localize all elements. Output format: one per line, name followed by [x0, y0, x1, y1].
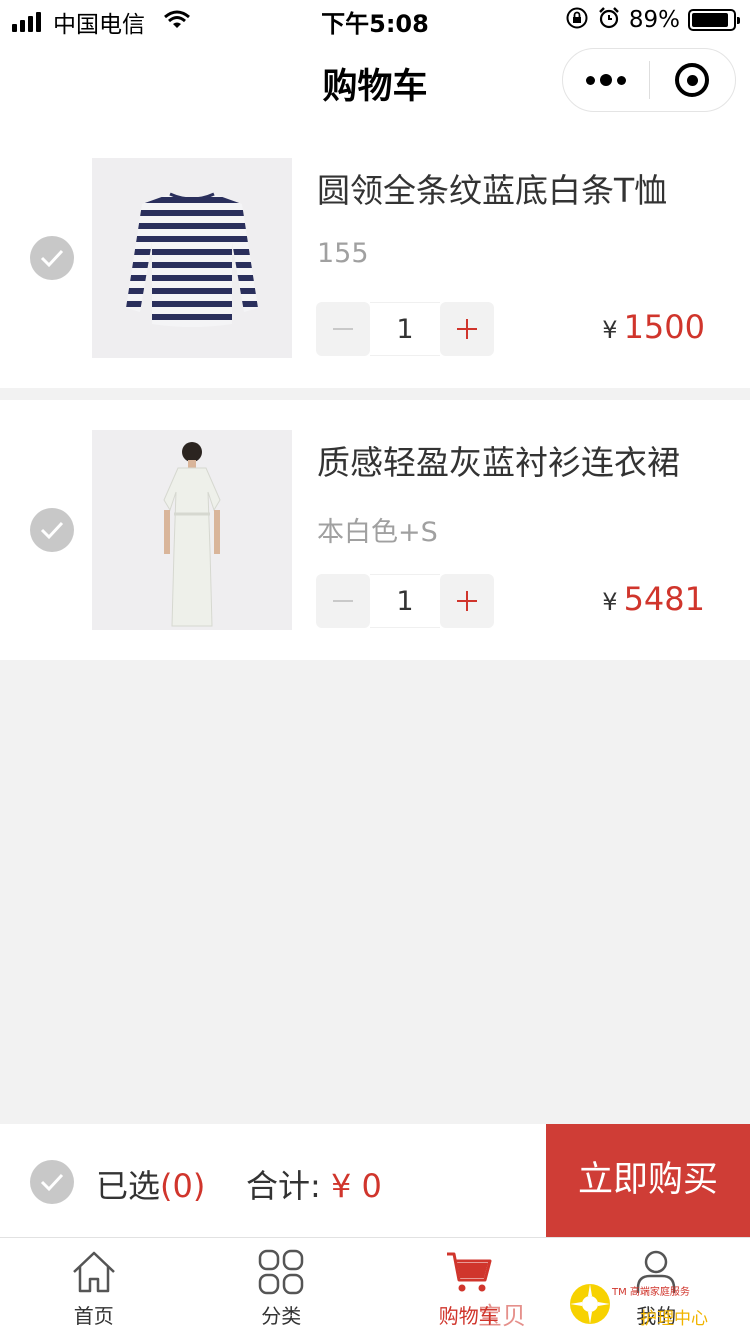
item-price: ¥ 5481: [602, 580, 705, 618]
tab-label: 首页: [73, 1304, 114, 1328]
cart-item: 圆领全条纹蓝底白条T恤 155 1 ¥ 1500: [0, 128, 750, 388]
total-value: ¥ 0: [330, 1167, 382, 1205]
quantity-value[interactable]: 1: [370, 574, 440, 628]
price-amount: 1500: [623, 308, 705, 346]
item-checkbox[interactable]: [30, 236, 74, 280]
selected-count: 已选(0): [96, 1161, 205, 1207]
price-amount: 5481: [623, 580, 705, 618]
checkmark-icon: [40, 1173, 64, 1192]
more-icon[interactable]: [563, 48, 649, 112]
selected-label: 已选: [96, 1167, 161, 1205]
battery-percent: 89%: [628, 7, 680, 33]
decrease-button[interactable]: [316, 574, 370, 628]
select-all-checkbox[interactable]: [30, 1160, 74, 1204]
close-miniprogram-icon[interactable]: [650, 48, 736, 112]
battery-icon: [688, 9, 740, 31]
tab-cart[interactable]: 购物车: [375, 1238, 563, 1334]
quantity-value[interactable]: 1: [370, 302, 440, 356]
tab-home[interactable]: 首页: [0, 1238, 188, 1334]
user-icon: [632, 1248, 680, 1296]
checkmark-icon: [40, 249, 64, 268]
product-spec: 155: [317, 238, 369, 269]
home-icon: [70, 1248, 118, 1296]
mini-program-capsule: [562, 48, 736, 112]
currency-symbol: ¥: [602, 316, 618, 344]
cart-list: 圆领全条纹蓝底白条T恤 155 1 ¥ 1500 质感轻盈灰蓝衬衫连衣裙 本白色…: [0, 128, 750, 660]
increase-button[interactable]: [440, 574, 494, 628]
alarm-icon: [597, 6, 621, 34]
item-price: ¥ 1500: [602, 308, 705, 346]
increase-button[interactable]: [440, 302, 494, 356]
total-amount: 合计: ¥ 0: [246, 1161, 382, 1207]
quantity-stepper: 1: [316, 302, 494, 356]
tab-label: 分类: [261, 1304, 302, 1328]
product-name[interactable]: 质感轻盈灰蓝衬衫连衣裙: [317, 436, 680, 484]
selected-count-value: (0): [160, 1167, 206, 1205]
tab-bar: 首页 分类 购物车 我的: [0, 1237, 750, 1334]
status-bar: 中国电信 下午5:08 89%: [0, 0, 750, 40]
tab-profile[interactable]: 我的: [563, 1238, 750, 1334]
currency-symbol: ¥: [602, 588, 618, 616]
buy-now-button[interactable]: 立即购买: [546, 1124, 750, 1237]
tab-label: 我的: [636, 1304, 677, 1328]
total-label: 合计:: [246, 1167, 321, 1205]
decrease-button[interactable]: [316, 302, 370, 356]
nav-bar: 购物车: [0, 40, 750, 128]
category-icon: [257, 1248, 305, 1296]
cart-item: 质感轻盈灰蓝衬衫连衣裙 本白色+S 1 ¥ 5481: [0, 400, 750, 660]
product-name[interactable]: 圆领全条纹蓝底白条T恤: [317, 164, 667, 212]
checkout-bar: 已选(0) 合计: ¥ 0 立即购买: [0, 1124, 750, 1237]
item-checkbox[interactable]: [30, 508, 74, 552]
checkmark-icon: [40, 521, 64, 540]
cart-icon: [445, 1248, 493, 1296]
product-image-dress[interactable]: [92, 430, 292, 630]
tab-label: 购物车: [438, 1304, 499, 1328]
product-image-striped-tshirt[interactable]: [92, 158, 292, 358]
quantity-stepper: 1: [316, 574, 494, 628]
product-spec: 本白色+S: [317, 517, 438, 548]
orientation-lock-icon: [565, 6, 589, 34]
tab-category[interactable]: 分类: [188, 1238, 376, 1334]
